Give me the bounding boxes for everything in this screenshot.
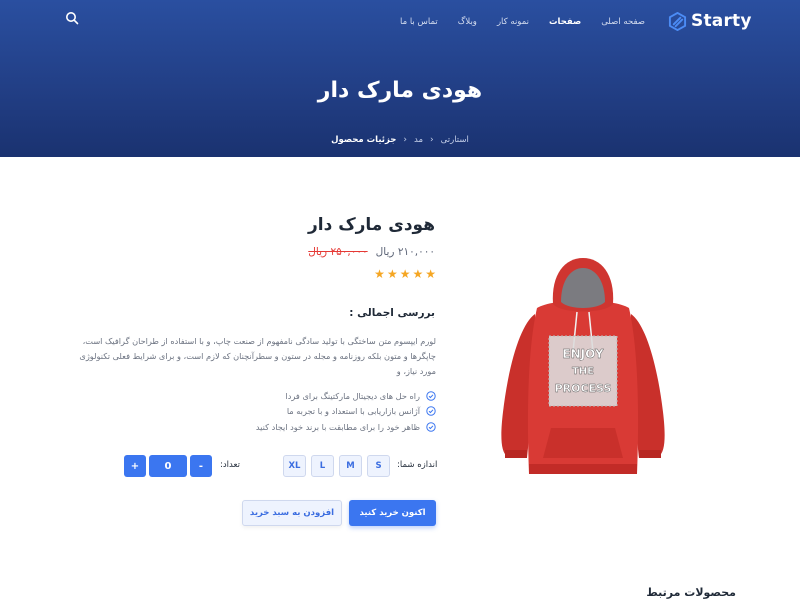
- check-circle-icon: [426, 391, 436, 401]
- size-label: اندازه شما:: [397, 460, 438, 470]
- nav-item-home[interactable]: صفحه اصلی: [601, 17, 645, 27]
- feature-text: ظاهر خود را برای مطابقت با برند خود ایجا…: [255, 421, 420, 432]
- chevron-left-icon: ‹: [403, 135, 408, 145]
- star-icon: ★: [386, 267, 398, 281]
- add-to-cart-button[interactable]: افزودن به سبد خرید: [242, 500, 342, 526]
- rating-stars: ★ ★ ★ ★ ★: [374, 267, 436, 281]
- breadcrumb-item-home[interactable]: استارتی: [441, 135, 469, 145]
- size-button-l[interactable]: L: [311, 455, 334, 477]
- breadcrumb-item-current: جزئیات محصول: [331, 135, 397, 145]
- size-button-xl[interactable]: XL: [283, 455, 306, 477]
- related-products-heading: محصولات مرتبط: [646, 586, 736, 599]
- feature-text: آژانس بازاریابی با استعداد و با تجربه ما: [286, 406, 420, 417]
- nav-item-pages[interactable]: صفحات: [549, 17, 581, 27]
- logo-icon: [668, 11, 687, 31]
- overview-heading: بررسی اجمالی :: [349, 307, 435, 319]
- page-title: هودی مارک دار: [317, 78, 483, 103]
- price-row: ۲۱۰,۰۰۰ ریال ۲۵۰,۰۰۰ ریال: [308, 246, 435, 258]
- quantity-label: تعداد:: [220, 460, 240, 470]
- search-icon[interactable]: [65, 11, 79, 25]
- old-price: ۲۵۰,۰۰۰ ریال: [308, 246, 368, 258]
- quantity-decrease-button[interactable]: -: [190, 455, 212, 477]
- nav-item-blog[interactable]: وبلاگ: [458, 17, 477, 27]
- nav-item-portfolio[interactable]: نمونه کار: [497, 17, 529, 27]
- print-word-3: PROCESS: [555, 382, 612, 395]
- main-nav: صفحه اصلی صفحات نمونه کار وبلاگ تماس با …: [400, 15, 645, 29]
- star-icon: ★: [399, 267, 411, 281]
- breadcrumb: استارتی ‹ مد ‹ جزئیات محصول: [0, 135, 800, 145]
- star-icon: ★: [412, 267, 424, 281]
- feature-text: راه حل های دیجیتال مارکتینگ برای فردا: [285, 390, 420, 401]
- current-price: ۲۱۰,۰۰۰ ریال: [375, 246, 435, 258]
- check-circle-icon: [426, 422, 436, 432]
- star-icon: ★: [425, 267, 436, 281]
- check-circle-icon: [426, 406, 436, 416]
- page-header: Starty صفحه اصلی صفحات نمونه کار وبلاگ ت…: [0, 0, 800, 157]
- product-title: هودی مارک دار: [307, 215, 435, 235]
- logo[interactable]: Starty: [668, 9, 752, 33]
- feature-item: راه حل های دیجیتال مارکتینگ برای فردا: [256, 388, 436, 404]
- print-word-2: THE: [572, 366, 594, 377]
- logo-text: Starty: [691, 11, 752, 31]
- nav-item-contact[interactable]: تماس با ما: [400, 17, 438, 27]
- feature-list: راه حل های دیجیتال مارکتینگ برای فردا آژ…: [256, 388, 436, 435]
- feature-item: ظاهر خود را برای مطابقت با برند خود ایجا…: [256, 419, 436, 435]
- buy-now-button[interactable]: اکنون خرید کنید: [349, 500, 436, 526]
- size-button-m[interactable]: M: [339, 455, 362, 477]
- breadcrumb-item-fashion[interactable]: مد: [414, 135, 423, 145]
- print-word-1: ENJOY: [562, 347, 603, 361]
- quantity-increase-button[interactable]: +: [124, 455, 146, 477]
- feature-item: آژانس بازاریابی با استعداد و با تجربه ما: [256, 404, 436, 420]
- product-image: ENJOY THE PROCESS: [501, 258, 665, 474]
- star-icon: ★: [374, 267, 385, 281]
- product-description: لورم ایپسوم متن ساختگی با تولید سادگی نا…: [79, 336, 436, 376]
- quantity-value[interactable]: 0: [149, 455, 187, 477]
- size-button-s[interactable]: S: [367, 455, 390, 477]
- chevron-left-icon: ‹: [430, 135, 434, 145]
